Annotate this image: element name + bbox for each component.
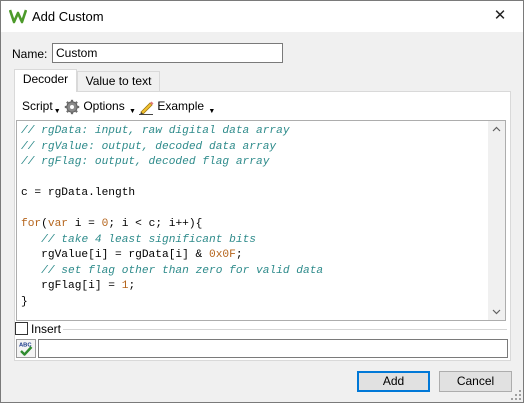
script-code[interactable]: // rgData: input, raw digital data array… [21, 124, 323, 310]
code-token: i = [68, 218, 102, 230]
name-input[interactable] [52, 43, 283, 63]
code-token: rgFlag[i] = [21, 280, 122, 292]
example-menu-button[interactable]: Example ▼ [138, 98, 216, 115]
script-editor[interactable]: // rgData: input, raw digital data array… [16, 120, 506, 321]
vertical-scrollbar[interactable] [488, 121, 505, 320]
options-menu-button[interactable]: Options ▼ [64, 98, 136, 115]
code-line: // rgValue: output, decoded data array [21, 140, 323, 156]
code-token: for [21, 218, 42, 230]
code-line: rgValue[i] = rgData[i] & 0x0F; [21, 248, 323, 264]
scroll-up-arrow-icon[interactable] [488, 121, 505, 138]
code-line: // rgData: input, raw digital data array [21, 124, 323, 140]
resize-grip-icon[interactable] [511, 390, 521, 400]
insert-checkbox[interactable] [15, 322, 28, 335]
code-token: ; [128, 280, 136, 292]
code-token: c = rgData.length [21, 187, 136, 199]
title-bar[interactable]: Add Custom ✕ [1, 1, 523, 32]
code-token: ; [235, 249, 243, 261]
gear-icon [64, 99, 80, 115]
script-label: Script [22, 99, 53, 113]
add-button[interactable]: Add [357, 371, 430, 392]
code-token: ; i < c; i++){ [108, 218, 203, 230]
code-token: } [21, 295, 28, 308]
chevron-down-icon: ▼ [53, 108, 61, 115]
code-token: ( [41, 218, 48, 230]
spellcheck-input[interactable] [38, 339, 508, 358]
code-line: // rgFlag: output, decoded flag array [21, 155, 323, 171]
code-token: // take 4 least significant bits [41, 233, 256, 246]
chevron-down-icon: ▼ [208, 108, 216, 115]
code-line: c = rgData.length [21, 186, 323, 202]
code-line: } [21, 295, 323, 311]
code-line: rgFlag[i] = 1; [21, 279, 323, 295]
chevron-down-icon: ▼ [129, 108, 136, 115]
cancel-button[interactable]: Cancel [439, 371, 512, 392]
code-token: 0x0F [208, 249, 236, 261]
pencil-icon [139, 101, 154, 115]
tab-value-to-text[interactable]: Value to text [77, 71, 160, 92]
add-custom-dialog: Add Custom ✕ Name: Decoder Value to text… [0, 0, 524, 403]
insert-divider [63, 329, 507, 330]
scroll-down-arrow-icon[interactable] [488, 303, 505, 320]
options-label: Options [83, 99, 125, 113]
code-line: // take 4 least significant bits [21, 233, 323, 249]
code-token: // rgFlag: output, decoded flag array [21, 156, 270, 168]
code-line: for(var i = 0; i < c; i++){ [21, 217, 323, 233]
spellcheck-icon: ABC [19, 343, 33, 356]
code-line: // set flag other than zero for valid da… [21, 264, 323, 280]
example-label: Example [157, 99, 205, 113]
code-token: // rgValue: output, decoded data array [21, 140, 277, 153]
spellcheck-button[interactable]: ABC [16, 339, 36, 358]
waveforms-logo-icon [9, 9, 27, 24]
tab-decoder[interactable]: Decoder [14, 69, 77, 92]
code-token: var [47, 218, 69, 230]
insert-label: Insert [31, 322, 62, 336]
close-button[interactable]: ✕ [477, 1, 523, 32]
script-menu-button[interactable]: Script▼ [22, 98, 61, 115]
name-label: Name: [12, 47, 48, 61]
code-token: rgValue[i] = rgData[i] & [21, 249, 209, 261]
code-token: // set flag other than zero for valid da… [41, 264, 324, 277]
code-token: // rgData: input, raw digital data array [21, 125, 290, 137]
window-title: Add Custom [32, 9, 104, 24]
